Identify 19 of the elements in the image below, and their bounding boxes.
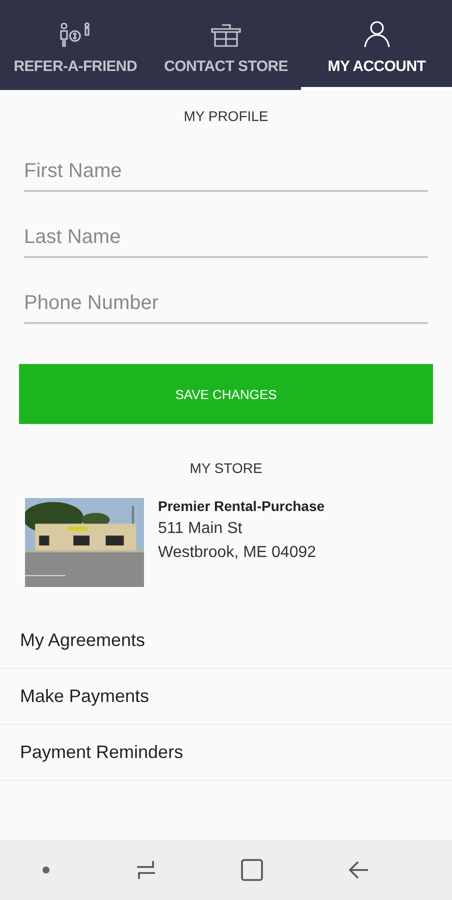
home-icon[interactable]: [240, 858, 264, 882]
back-icon[interactable]: [346, 859, 371, 881]
store-icon: [209, 22, 243, 48]
section-title: MY STORE: [190, 460, 262, 476]
tab[interactable]: MY ACCOUNT: [301, 0, 452, 90]
input-field[interactable]: Phone Number: [24, 284, 428, 324]
tab[interactable]: CONTACT STORE: [150, 0, 302, 90]
store-name: Premier Rental-Purchase: [158, 498, 325, 514]
input-field[interactable]: First Name: [24, 152, 428, 192]
tab[interactable]: REFER-A-FRIEND: [0, 0, 151, 90]
menu-item[interactable]: Make Payments: [0, 669, 452, 725]
store-address: 511 Main St: [158, 520, 244, 538]
people-coin-icon: [58, 22, 92, 48]
input-field[interactable]: Last Name: [24, 218, 428, 258]
dot-icon[interactable]: [41, 865, 52, 875]
section-title: MY PROFILE: [184, 108, 268, 124]
menu-item[interactable]: Payment Reminders: [0, 725, 452, 781]
menu-item[interactable]: My Agreements: [0, 613, 452, 669]
store-city: Westbrook, ME 04092: [158, 544, 318, 562]
